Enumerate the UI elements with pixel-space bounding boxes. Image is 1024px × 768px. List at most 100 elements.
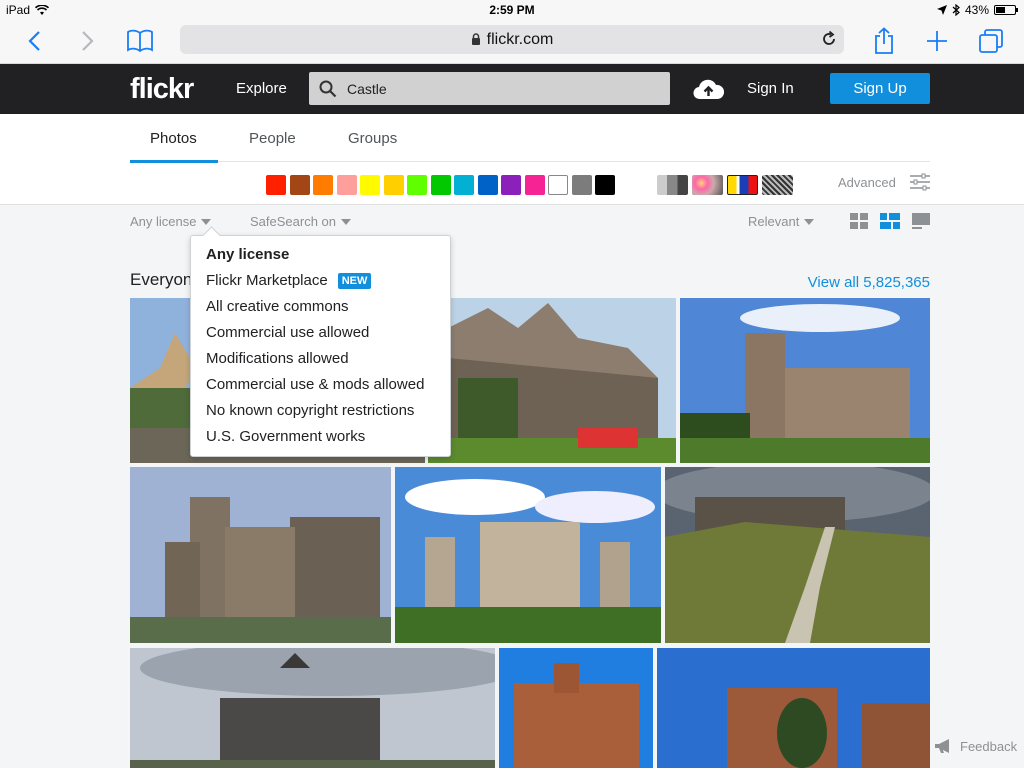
license-option-commercial[interactable]: Commercial use allowed <box>206 324 369 341</box>
new-badge: NEW <box>337 272 372 289</box>
license-filter[interactable]: Any license <box>130 214 212 229</box>
color-swatch[interactable] <box>571 175 592 195</box>
sort-label: Relevant <box>748 214 800 229</box>
license-option-creative-commons[interactable]: All creative commons <box>206 298 349 315</box>
status-time: 2:59 PM <box>489 3 535 17</box>
color-swatch[interactable] <box>548 175 568 195</box>
advanced-link[interactable]: Advanced <box>838 175 896 190</box>
caret-down-icon <box>341 218 352 225</box>
license-option-label: Commercial use & mods allowed <box>206 376 425 393</box>
color-swatch[interactable] <box>383 175 404 195</box>
location-icon <box>936 5 947 15</box>
book-icon <box>127 29 153 53</box>
feedback-button[interactable]: Feedback <box>930 736 1022 756</box>
new-tab-button[interactable] <box>921 26 953 56</box>
color-swatch[interactable] <box>524 175 545 195</box>
site-header: flickr Explore Castle Sign In Sign Up <box>0 64 1024 114</box>
photo-thumbnail[interactable] <box>665 467 930 643</box>
color-swatch[interactable] <box>313 175 333 195</box>
bookmarks-button[interactable] <box>124 26 156 56</box>
feedback-label: Feedback <box>960 738 1018 754</box>
color-swatch[interactable] <box>360 175 380 195</box>
license-option-commercial-mods[interactable]: Commercial use & mods allowed <box>206 376 424 393</box>
photo-thumbnail[interactable] <box>130 467 391 643</box>
color-swatch[interactable] <box>407 175 427 195</box>
photo-thumbnail[interactable] <box>680 298 930 463</box>
explore-link[interactable]: Explore <box>236 80 287 97</box>
photo-thumbnail[interactable] <box>499 648 653 768</box>
caret-down-icon <box>201 218 212 225</box>
megaphone-icon <box>935 739 949 753</box>
license-option-label: Modifications allowed <box>206 350 349 367</box>
license-option-label: Any license <box>206 246 290 263</box>
caret-down-icon <box>804 218 815 225</box>
sliders-icon[interactable] <box>909 173 931 191</box>
patterns-style[interactable] <box>762 175 793 195</box>
active-tab-indicator <box>130 160 218 163</box>
style-filter <box>657 175 793 195</box>
view-all-link[interactable]: View all 5,825,365 <box>808 274 930 291</box>
license-option-label: All creative commons <box>206 298 349 315</box>
safesearch-filter[interactable]: SafeSearch on <box>250 214 352 229</box>
color-swatch[interactable] <box>595 175 615 195</box>
ios-status-bar: iPad 2:59 PM 43% <box>0 0 1024 20</box>
license-option-label: Commercial use allowed <box>206 324 370 341</box>
color-swatch[interactable] <box>266 175 286 195</box>
search-input[interactable]: Castle <box>309 72 670 105</box>
license-option-marketplace[interactable]: Flickr Marketplace NEW <box>206 272 372 289</box>
sign-up-button[interactable]: Sign Up <box>830 73 930 104</box>
license-option-label: U.S. Government works <box>206 428 366 445</box>
bluetooth-icon <box>952 4 960 16</box>
tabs-icon <box>979 29 1003 53</box>
address-bar[interactable]: flickr.com <box>180 25 844 54</box>
url-text: flickr.com <box>486 30 554 48</box>
tab-photos[interactable]: Photos <box>150 130 197 147</box>
color-swatch[interactable] <box>336 175 357 195</box>
color-swatch[interactable] <box>289 175 310 195</box>
photo-thumbnail[interactable] <box>130 648 495 768</box>
reload-icon[interactable] <box>820 30 838 48</box>
sort-dropdown[interactable]: Relevant <box>748 214 815 229</box>
safesearch-label: SafeSearch on <box>250 214 337 229</box>
photo-thumbnail[interactable] <box>657 648 930 768</box>
grid-view-icon[interactable] <box>850 213 868 229</box>
sign-in-link[interactable]: Sign In <box>747 80 794 97</box>
minimalist-style[interactable] <box>727 175 758 195</box>
forward-button[interactable] <box>72 26 104 56</box>
view-switcher <box>850 213 930 229</box>
tab-people[interactable]: People <box>249 130 296 147</box>
shallow-depth-style[interactable] <box>692 175 723 195</box>
search-value: Castle <box>347 80 387 97</box>
license-dropdown-menu: Any license Flickr Marketplace NEW All cr… <box>190 235 451 457</box>
flickr-logo[interactable]: flickr <box>130 73 194 106</box>
tabs-button[interactable] <box>975 26 1007 56</box>
license-option-us-government[interactable]: U.S. Government works <box>206 428 365 445</box>
photo-thumbnail[interactable] <box>428 298 676 463</box>
safari-toolbar: flickr.com <box>0 20 1024 64</box>
photo-thumbnail[interactable] <box>395 467 661 643</box>
color-swatch[interactable] <box>430 175 451 195</box>
plus-icon <box>927 31 947 51</box>
lock-icon <box>471 33 480 45</box>
tab-groups[interactable]: Groups <box>348 130 397 147</box>
share-icon <box>875 27 893 54</box>
battery-icon <box>994 5 1018 15</box>
color-swatch[interactable] <box>501 175 521 195</box>
color-swatch[interactable] <box>454 175 474 195</box>
color-filter <box>266 175 615 195</box>
back-button[interactable] <box>18 26 50 56</box>
share-button[interactable] <box>868 26 900 56</box>
color-swatch[interactable] <box>477 175 498 195</box>
license-option-modifications[interactable]: Modifications allowed <box>206 350 349 367</box>
license-filter-label: Any license <box>130 214 197 229</box>
chevron-left-icon <box>28 31 40 51</box>
black-white-style[interactable] <box>657 175 688 195</box>
chevron-right-icon <box>82 31 94 51</box>
justified-view-icon[interactable] <box>880 213 900 229</box>
upload-cloud-icon[interactable] <box>693 77 724 100</box>
license-option-any[interactable]: Any license <box>206 246 289 263</box>
search-tabs-panel: Photos People Groups Advanced <box>0 114 1024 205</box>
detail-view-icon[interactable] <box>912 213 930 229</box>
license-option-no-restrictions[interactable]: No known copyright restrictions <box>206 402 414 419</box>
search-icon <box>319 80 337 97</box>
